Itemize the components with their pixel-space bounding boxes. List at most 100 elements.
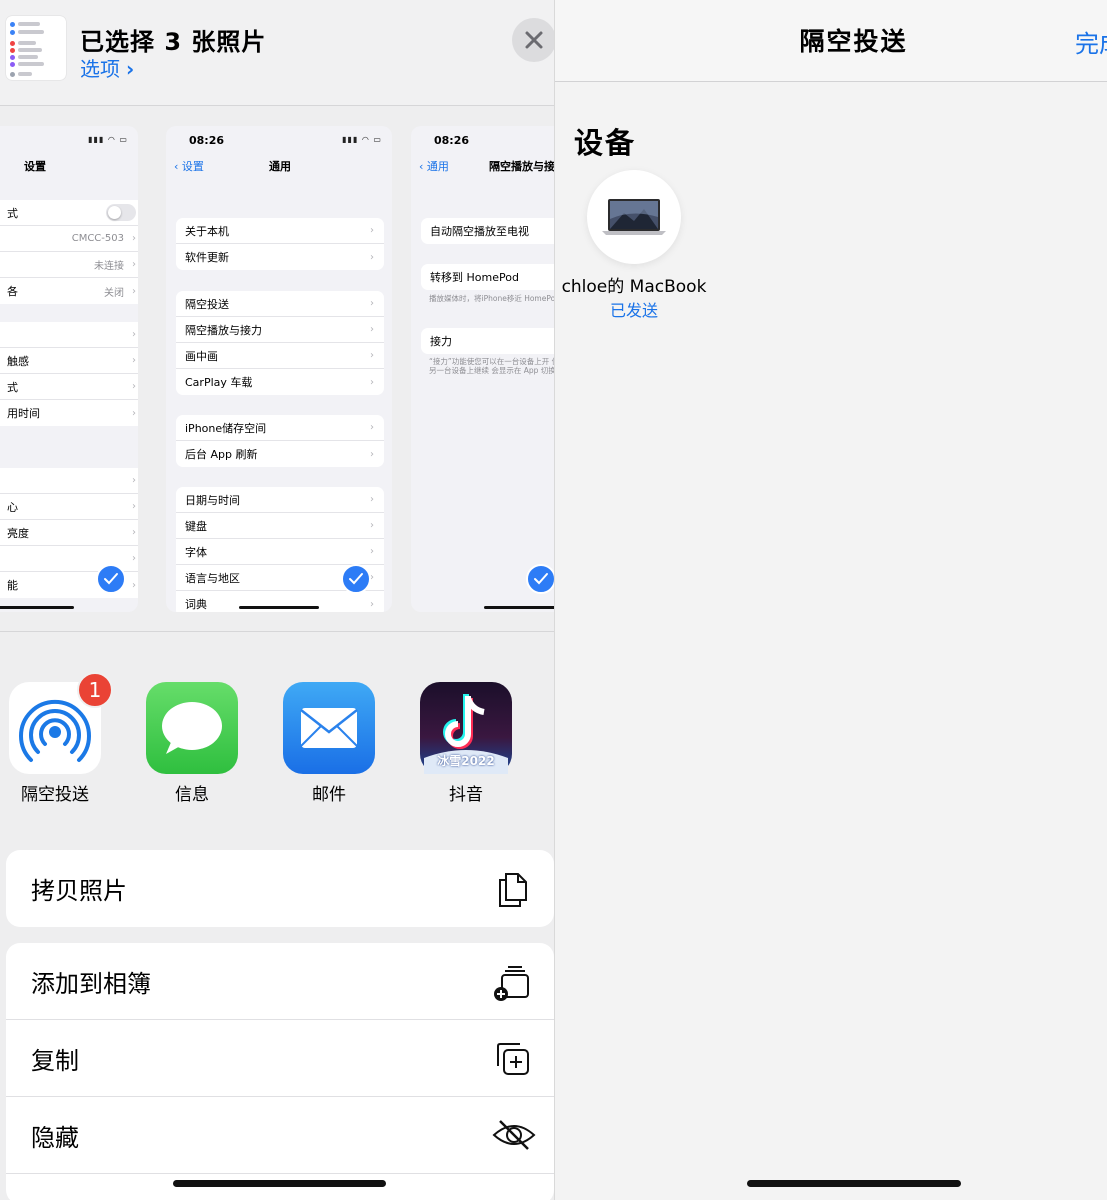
app-label: 信息: [175, 785, 209, 805]
preview-time: 08:26: [189, 134, 225, 147]
home-indicator: [0, 606, 74, 609]
share-apps-row: 1 隔空投送 信息 邮件 冰雪2022 抖音: [0, 632, 554, 842]
home-indicator: [173, 1180, 386, 1187]
settings-row: ›: [0, 468, 138, 494]
close-button[interactable]: [512, 18, 554, 62]
messages-icon: [146, 682, 238, 774]
selected-check-icon[interactable]: [96, 564, 126, 594]
settings-row: 用时间 ›: [7, 407, 136, 420]
settings-group: 式 CMCC-503 › 未连接 › 各关闭 ›: [0, 200, 138, 304]
share-app-mail[interactable]: 邮件: [274, 682, 384, 805]
photo-preview-1[interactable]: ▮▮▮ ◠ ▭ 设置 式 CMCC-503 › 未连接 › 各关闭 › › 触感 › 式…: [0, 126, 138, 612]
hide-eye-icon: [492, 1120, 536, 1150]
settings-row: ›: [0, 322, 138, 348]
settings-row: 关于本机 ›: [176, 218, 384, 244]
preview-back-link: ‹ 设置: [174, 160, 204, 173]
options-label: 选项: [80, 57, 120, 81]
share-app-messages[interactable]: 信息: [137, 682, 247, 805]
share-app-airdrop[interactable]: 1 隔空投送: [0, 672, 113, 805]
airdrop-header: 隔空投送 完成: [555, 0, 1107, 82]
photo-preview-3[interactable]: 08:26 ‹ 通用 隔空播放与接力 自动隔空播放至电视 转移到 HomePod…: [411, 126, 554, 612]
device-avatar: [587, 170, 681, 264]
settings-row: 后台 App 刷新 ›: [185, 448, 374, 461]
airdrop-device[interactable]: chloe的 MacBook 已发送: [561, 170, 707, 321]
settings-row: 画中画 ›: [176, 343, 384, 369]
notification-badge: 1: [77, 672, 113, 708]
app-label: 隔空投送: [21, 785, 89, 805]
airdrop-panel: 隔空投送 完成 设备 chloe的 MacBook 已发送: [554, 0, 1107, 1200]
done-button[interactable]: 完成: [1075, 24, 1107, 59]
status-bar-icons: ▮▮▮ ◠ ▭: [342, 135, 382, 144]
more-action[interactable]: [6, 1174, 554, 1200]
douyin-icon: 冰雪2022: [420, 682, 512, 774]
preview-footnote: “接力”功能使您可以在一台设备上开 使用iCloud帐户的另一台设备上继续 会显…: [429, 357, 554, 375]
action-label: 复制: [31, 1046, 79, 1075]
action-label: 添加到相簿: [31, 969, 151, 998]
airdrop-icon: 1: [9, 672, 113, 774]
mail-icon: [283, 682, 375, 774]
settings-group: 关于本机 › 软件更新 ›: [176, 218, 384, 270]
toggle-switch: [106, 204, 136, 221]
settings-row: 心 ›: [0, 494, 138, 520]
home-indicator: [239, 606, 319, 609]
settings-row: 软件更新 ›: [185, 251, 374, 264]
home-indicator: [484, 606, 554, 609]
photo-preview-strip[interactable]: ▮▮▮ ◠ ▭ 设置 式 CMCC-503 › 未连接 › 各关闭 › › 触感 › 式…: [0, 106, 554, 632]
app-label: 邮件: [312, 785, 346, 805]
settings-row: 接力: [430, 335, 452, 348]
settings-row: 各关闭 ›: [7, 285, 136, 299]
photo-preview-2[interactable]: 08:26 ▮▮▮ ◠ ▭ ‹ 设置 通用 关于本机 › 软件更新 › 隔空投送 › …: [166, 126, 392, 612]
preview-nav-title: 隔空播放与接力: [489, 160, 554, 173]
action-label: 隐藏: [31, 1123, 79, 1152]
status-bar-icons: ▮▮▮ ◠ ▭: [88, 135, 128, 144]
settings-row: 日期与时间 ›: [176, 487, 384, 513]
share-app-douyin[interactable]: 冰雪2022 抖音: [411, 682, 521, 805]
settings-group: › 触感 › 式 › 用时间 ›: [0, 322, 138, 426]
duplicate-action[interactable]: 复制: [6, 1020, 554, 1097]
chevron-right-icon: ›: [126, 57, 135, 81]
device-name: chloe的 MacBook: [561, 277, 707, 297]
options-link[interactable]: 选项 ›: [80, 53, 134, 82]
page-title: 隔空投送: [799, 27, 908, 56]
settings-row: 字体 ›: [176, 539, 384, 565]
settings-row: CMCC-503 ›: [0, 226, 138, 252]
settings-row: CarPlay 车载 ›: [185, 376, 374, 389]
duplicate-icon: [497, 1043, 529, 1075]
settings-row: 自动隔空播放至电视: [430, 225, 529, 238]
device-status: 已发送: [609, 301, 658, 320]
settings-group: iPhone储存空间 › 后台 App 刷新 ›: [176, 415, 384, 467]
app-label: 抖音: [449, 785, 483, 805]
add-to-album-action[interactable]: 添加到相簿: [6, 943, 554, 1020]
settings-row: 式: [0, 200, 138, 226]
copy-photos-action[interactable]: 拷贝照片: [6, 850, 554, 927]
selection-thumbnail: [6, 16, 66, 80]
preview-nav-title: 设置: [24, 160, 46, 173]
home-indicator: [747, 1180, 961, 1187]
settings-group: 隔空投送 › 隔空播放与接力 › 画中画 › CarPlay 车载 ›: [176, 291, 384, 395]
preview-nav-title: 通用: [269, 160, 291, 173]
sheet-title: 已选择 3 张照片: [80, 28, 267, 56]
macbook-icon: [602, 199, 666, 235]
devices-section-title: 设备: [574, 126, 637, 160]
settings-row: 触感 ›: [0, 348, 138, 374]
preview-back-link: ‹ 通用: [419, 160, 449, 173]
settings-row: 亮度 ›: [0, 520, 138, 546]
settings-group: 自动隔空播放至电视: [421, 218, 554, 244]
add-to-album-icon: [494, 966, 529, 1001]
settings-group: 转移到 HomePod: [421, 264, 554, 290]
action-label: 拷贝照片: [31, 877, 127, 905]
share-sheet-header: 已选择 3 张照片 选项 ›: [0, 0, 554, 106]
settings-row: 键盘 ›: [176, 513, 384, 539]
actions-group: 添加到相簿 复制 隐藏: [6, 943, 554, 1200]
settings-row: 隔空播放与接力 ›: [176, 317, 384, 343]
preview-footnote: 播放媒体时，将iPhone移近 HomePod 转移播放。: [429, 294, 554, 303]
copy-photo-icon: [499, 873, 527, 907]
selected-check-icon[interactable]: [341, 564, 371, 594]
douyin-icon-text: 冰雪2022: [437, 754, 495, 768]
settings-row: 未连接 ›: [0, 252, 138, 278]
settings-group: 接力: [421, 328, 554, 354]
close-icon: [525, 31, 543, 49]
hide-action[interactable]: 隐藏: [6, 1097, 554, 1174]
settings-row: iPhone储存空间 ›: [176, 415, 384, 441]
selected-check-icon[interactable]: [526, 564, 554, 594]
